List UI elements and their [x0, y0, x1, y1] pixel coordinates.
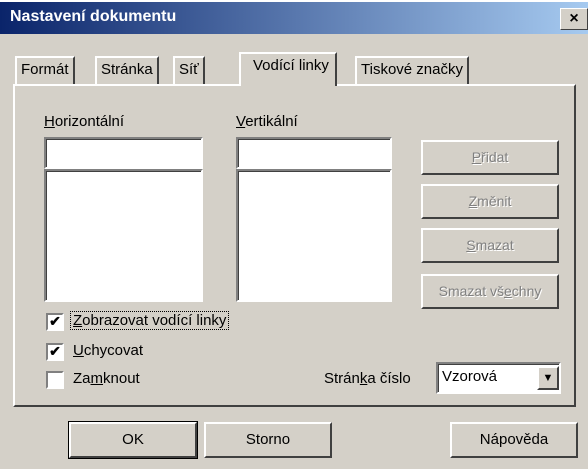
show-guidelines-checkbox[interactable]: ✔	[46, 313, 64, 331]
vertical-label: Vertikální	[236, 113, 298, 130]
vertical-input[interactable]	[236, 137, 392, 169]
delete-all-button[interactable]: Smazat všechny	[421, 274, 559, 309]
page-number-select[interactable]: Vzorová ▼	[436, 362, 561, 394]
add-button[interactable]: Přidat	[421, 140, 559, 175]
tab-print-marks[interactable]: Tiskové značky	[355, 56, 469, 84]
window-title: Nastavení dokumentu	[10, 8, 177, 25]
horizontal-input[interactable]	[44, 137, 203, 169]
lock-label[interactable]: Zamknout	[73, 370, 140, 387]
snap-checkbox[interactable]: ✔	[46, 343, 64, 361]
title-bar: Nastavení dokumentu ×	[0, 0, 588, 34]
show-guidelines-label[interactable]: Zobrazovat vodící linky	[70, 311, 230, 330]
close-icon: ×	[569, 10, 579, 27]
tab-format[interactable]: Formát	[15, 56, 75, 84]
snap-label[interactable]: Uchycovat	[73, 342, 143, 359]
change-button[interactable]: Změnit	[421, 184, 559, 219]
tab-grid[interactable]: Síť	[173, 56, 205, 84]
chevron-down-icon[interactable]: ▼	[537, 366, 559, 390]
horizontal-label: Horizontální	[44, 113, 125, 130]
close-button[interactable]: ×	[560, 8, 588, 30]
lock-checkbox[interactable]	[46, 371, 64, 389]
delete-button[interactable]: Smazat	[421, 228, 559, 263]
help-button[interactable]: Nápověda	[450, 422, 578, 458]
vertical-list[interactable]	[236, 169, 392, 302]
cancel-button[interactable]: Storno	[204, 422, 332, 458]
horizontal-list[interactable]	[44, 169, 203, 302]
ok-button[interactable]: OK	[68, 421, 198, 459]
tab-guidelines[interactable]: Vodící linky	[239, 52, 337, 86]
page-number-label: Stránka číslo	[324, 370, 411, 387]
tab-page[interactable]: Stránka	[95, 56, 159, 84]
